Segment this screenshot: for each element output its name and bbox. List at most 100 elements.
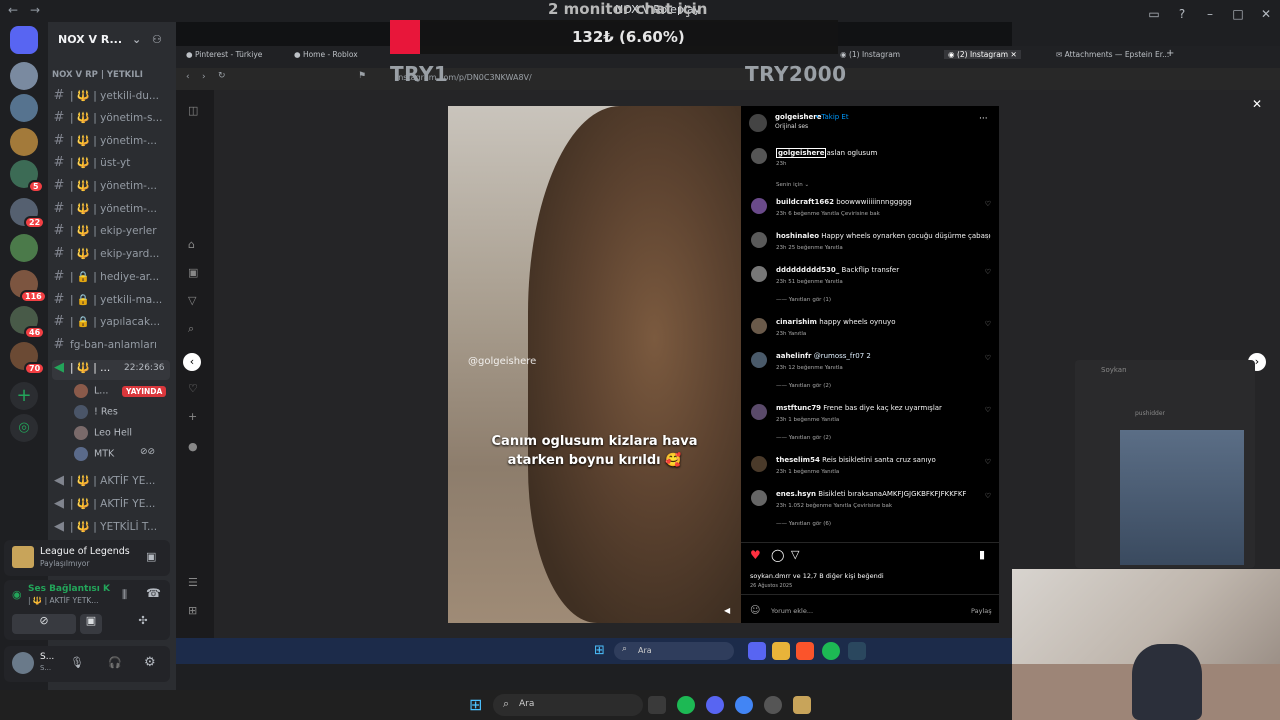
reels-icon[interactable]: ▣ xyxy=(188,266,198,279)
explore-icon[interactable]: ◎ xyxy=(10,414,38,442)
server-icon[interactable] xyxy=(10,62,38,90)
channel-item[interactable]: # | 🔱 | ekip-yerler xyxy=(52,223,170,243)
league-icon[interactable] xyxy=(793,696,811,714)
like-comment-icon[interactable]: ♡ xyxy=(985,234,991,242)
forward-icon[interactable]: › xyxy=(202,72,206,82)
view-replies-link[interactable]: —— Yanıtları gör (6) xyxy=(776,521,831,527)
like-comment-icon[interactable]: ♡ xyxy=(985,492,991,500)
like-comment-icon[interactable]: ♡ xyxy=(985,458,991,466)
instagram-icon[interactable]: ◫ xyxy=(188,104,198,117)
like-heart-icon[interactable]: ♥ xyxy=(750,548,761,562)
new-tab-icon[interactable]: + xyxy=(1166,48,1174,59)
likes-summary[interactable]: soykan.dmrr ve 12,7 B diğer kişi beğendi xyxy=(750,572,884,580)
server-icon[interactable] xyxy=(10,128,38,156)
channel-item[interactable]: # fg-ban-anlamları xyxy=(52,337,170,357)
search-icon[interactable]: ⌕ xyxy=(188,322,194,336)
channel-item[interactable]: # | 🔒 | yapılacak... xyxy=(52,314,170,334)
previous-post-button[interactable]: ‹ xyxy=(183,353,201,371)
home-icon[interactable]: ⌂ xyxy=(188,238,195,251)
brave-browser-icon[interactable] xyxy=(796,642,814,660)
steam-icon[interactable] xyxy=(848,642,866,660)
taskbar-search[interactable]: ⌕ Ara xyxy=(614,642,734,660)
reel-video[interactable]: @golgeishere Canım oglusum kizlara hava … xyxy=(448,106,741,623)
comment-input[interactable]: Yorum ekle... xyxy=(771,607,813,615)
stream-button[interactable]: ▣ xyxy=(80,614,102,634)
windows-start-icon[interactable]: ⊞ xyxy=(469,695,482,714)
like-comment-icon[interactable]: ♡ xyxy=(985,406,991,414)
messages-icon[interactable]: ▽ xyxy=(188,294,196,307)
view-replies-link[interactable]: —— Yanıtları gör (2) xyxy=(776,383,831,389)
server-icon[interactable] xyxy=(10,94,38,122)
heart-icon[interactable]: ♡ xyxy=(188,382,198,395)
mute-icon[interactable]: ◀ xyxy=(724,606,730,615)
server-header[interactable]: NOX V R... ⌄ ⚇ xyxy=(48,26,176,54)
discord-home-icon[interactable] xyxy=(10,26,38,54)
category-header[interactable]: NOX V RP | YETKİLİ xyxy=(52,70,170,90)
reload-icon[interactable]: ↻ xyxy=(218,71,226,81)
add-server-icon[interactable]: + xyxy=(10,382,38,410)
bookmark-icon[interactable]: ⚑ xyxy=(358,71,366,81)
emoji-icon[interactable]: ☺ xyxy=(750,605,760,616)
back-icon[interactable]: ‹ xyxy=(186,72,190,82)
active-voice-channel[interactable]: ◀ | 🔱 | ... 22:26:36 xyxy=(52,360,170,380)
voice-channel-item[interactable]: ◀ | 🔱 | AKTİF YE... xyxy=(52,496,170,516)
channel-item[interactable]: # | 🔱 | ekip-yard... xyxy=(52,246,170,266)
spotify-icon[interactable] xyxy=(677,696,695,714)
headphones-icon[interactable]: 🎧 xyxy=(108,656,122,669)
folder-icon[interactable] xyxy=(772,642,790,660)
view-replies-link[interactable]: —— Yanıtları gör (1) xyxy=(776,297,831,303)
app-icon[interactable] xyxy=(764,696,782,714)
like-comment-icon[interactable]: ♡ xyxy=(985,200,991,208)
post-comment-button[interactable]: Paylaş xyxy=(971,607,992,615)
channel-item[interactable]: # | 🔱 | yönetim-... xyxy=(52,178,170,198)
avatar[interactable] xyxy=(12,652,34,674)
browser-tab[interactable]: ● Pinterest - Türkiye xyxy=(186,50,262,59)
voice-user[interactable]: ! Res xyxy=(74,405,174,425)
share-icon[interactable]: ▽ xyxy=(791,548,799,561)
disconnect-icon[interactable]: ☎ xyxy=(146,586,161,600)
taskbar-search[interactable]: ⌕ Ara xyxy=(493,694,643,716)
channel-item[interactable]: # | 🔒 | hediye-ar... xyxy=(52,269,170,289)
windows-start-icon[interactable]: ⊞ xyxy=(594,643,605,658)
create-icon[interactable]: + xyxy=(188,410,197,423)
threads-icon[interactable]: ⊞ xyxy=(188,604,197,617)
share-screen-icon[interactable]: ▣ xyxy=(146,550,156,563)
channel-item[interactable]: # | 🔒 | yetkili-ma... xyxy=(52,292,170,312)
browser-tab[interactable]: ● Home - Roblox xyxy=(294,50,358,59)
profile-icon[interactable]: ● xyxy=(188,440,198,453)
settings-gear-icon[interactable]: ⚙ xyxy=(144,655,156,670)
task-view-icon[interactable] xyxy=(648,696,666,714)
channel-item[interactable]: # | 🔱 | yönetim-... xyxy=(52,133,170,153)
for-you-filter[interactable]: Senin için ⌄ xyxy=(776,182,809,188)
save-bookmark-icon[interactable]: ▮ xyxy=(979,548,985,561)
maximize-icon[interactable]: □ xyxy=(1224,7,1252,21)
activity-panel[interactable]: League of Legends Paylaşılmıyor ▣ xyxy=(4,540,170,576)
discord-icon[interactable] xyxy=(706,696,724,714)
close-modal-icon[interactable]: ✕ xyxy=(1252,97,1262,111)
microphone-icon[interactable]: 🎙 xyxy=(70,656,84,669)
discord-icon[interactable] xyxy=(748,642,766,660)
channel-item[interactable]: # | 🔱 | yönetim-... xyxy=(52,201,170,221)
voice-user[interactable]: MTK ⊘⊘ xyxy=(74,447,174,467)
server-icon[interactable] xyxy=(10,234,38,262)
channel-item[interactable]: # | 🔱 | yönetim-s... xyxy=(52,110,170,130)
browser-tab-active[interactable]: ◉ (2) Instagram ✕ xyxy=(944,50,1021,59)
voice-channel-item[interactable]: ◀ | 🔱 | AKTİF YE... xyxy=(52,473,170,493)
minimize-icon[interactable]: – xyxy=(1196,7,1224,21)
menu-icon[interactable]: ☰ xyxy=(188,576,198,589)
back-arrow-icon[interactable]: ← xyxy=(8,3,18,17)
like-comment-icon[interactable]: ♡ xyxy=(985,320,991,328)
channel-item[interactable]: # | 🔱 | yetkili-du... xyxy=(52,88,170,108)
noise-icon[interactable]: ⫼ xyxy=(122,588,127,602)
spotify-icon[interactable] xyxy=(822,642,840,660)
browser-tab[interactable]: ◉ (1) Instagram xyxy=(840,50,900,59)
inbox-icon[interactable]: ▭ xyxy=(1140,7,1168,21)
like-comment-icon[interactable]: ♡ xyxy=(985,268,991,276)
add-member-icon[interactable]: ⚇ xyxy=(152,26,162,54)
more-options-icon[interactable]: ··· xyxy=(979,114,988,124)
like-comment-icon[interactable]: ♡ xyxy=(985,354,991,362)
help-icon[interactable]: ? xyxy=(1168,7,1196,21)
forward-arrow-icon[interactable]: → xyxy=(30,3,40,17)
close-icon[interactable]: ✕ xyxy=(1252,7,1280,21)
audio-label[interactable]: Orijinal ses xyxy=(775,123,808,130)
